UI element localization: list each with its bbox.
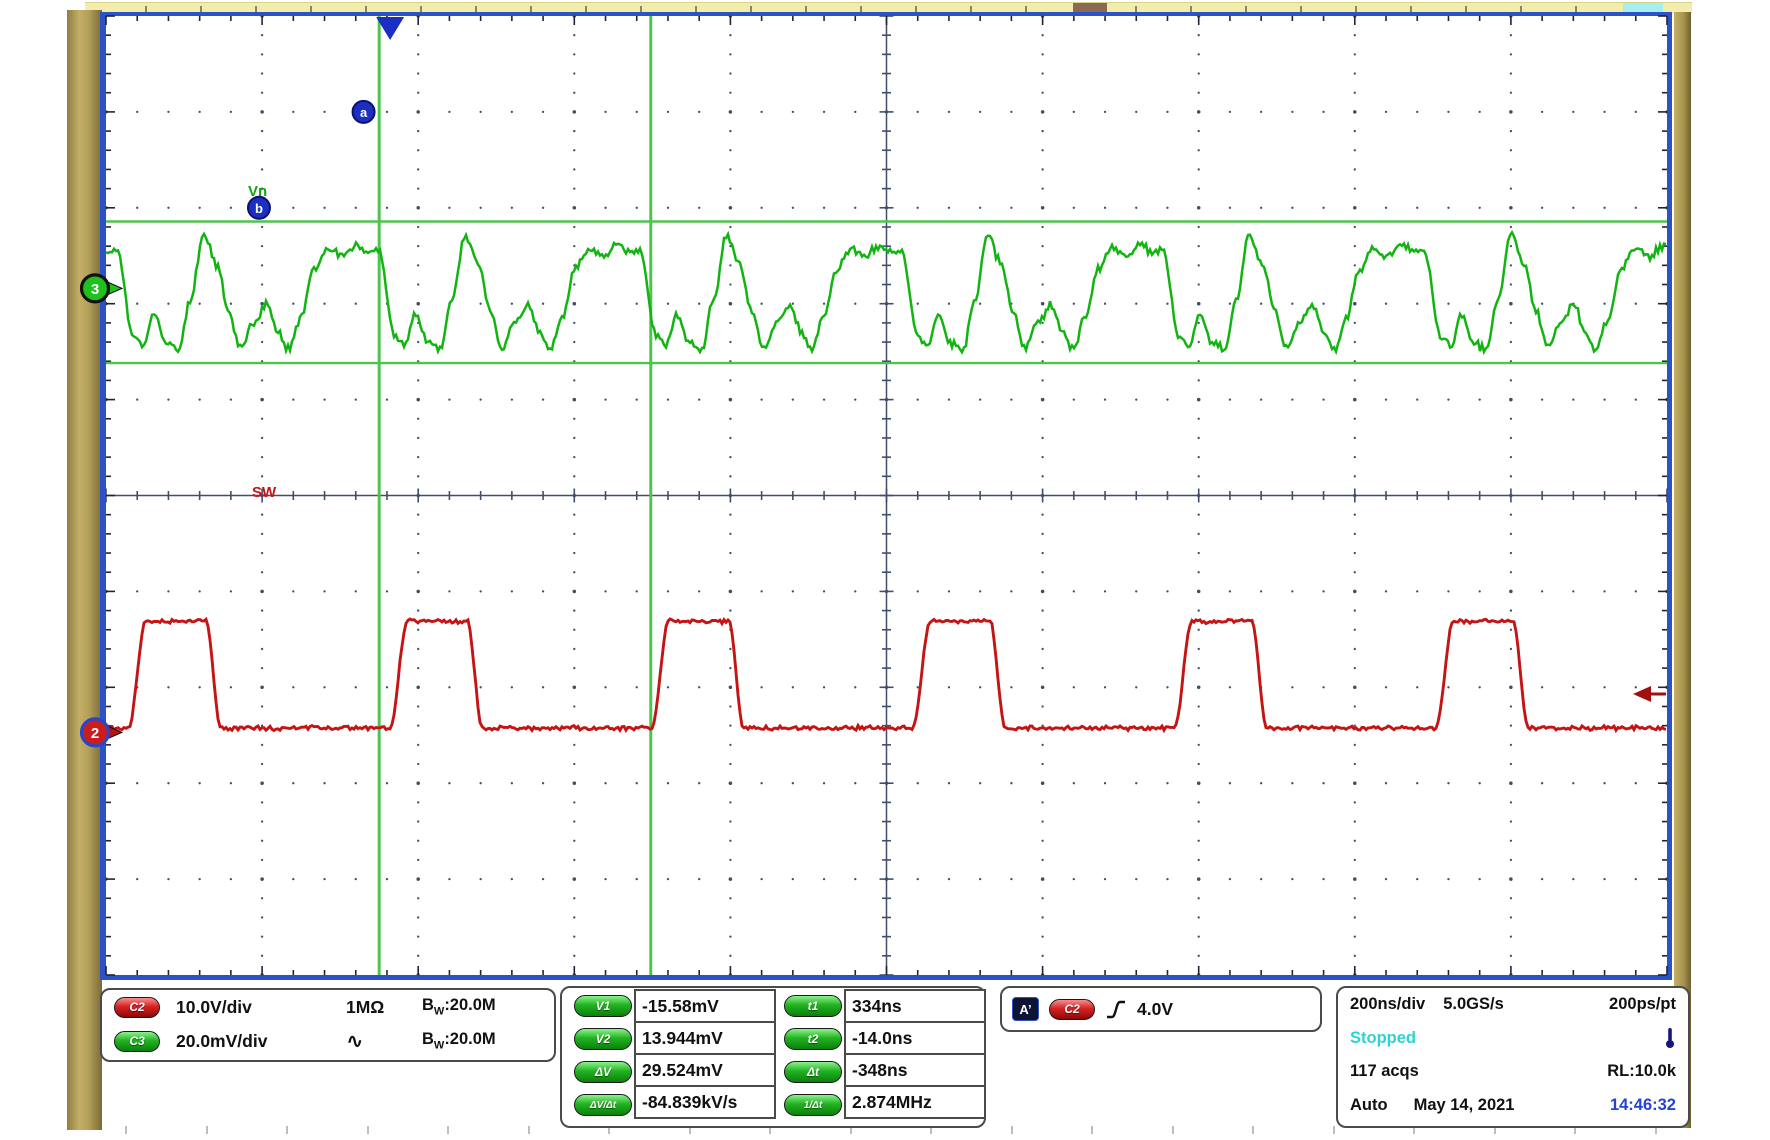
t1-badge[interactable]: t1 bbox=[784, 995, 842, 1017]
thermometer-icon bbox=[1664, 1027, 1676, 1049]
bottom-tick bbox=[1011, 1126, 1013, 1134]
cursor-marker-a-label: a bbox=[360, 105, 368, 120]
channel-c2-impedance: 1MΩ bbox=[346, 997, 422, 1018]
v2-value: 13.944mV bbox=[634, 1021, 776, 1055]
v1-value: -15.58mV bbox=[634, 989, 776, 1023]
channel-c2-bandwidth: BW:20.0M bbox=[422, 996, 496, 1017]
bottom-tick bbox=[447, 1126, 449, 1134]
v2-badge[interactable]: V2 bbox=[574, 1028, 632, 1050]
trigger-a-badge[interactable]: A’ bbox=[1012, 997, 1039, 1021]
bottom-tick bbox=[125, 1126, 127, 1134]
acquisition-status-box: 200ns/div 5.0GS/s 200ps/pt Stopped 117 a… bbox=[1336, 986, 1690, 1128]
bottom-tick bbox=[1091, 1126, 1093, 1134]
channel-row-c2[interactable]: C2 10.0V/div 1MΩ BW:20.0M bbox=[102, 990, 554, 1024]
ac-coupling-icon: ∿ bbox=[346, 1029, 422, 1054]
clock: 14:46:32 bbox=[1610, 1096, 1676, 1115]
resolution: 200ps/pt bbox=[1609, 995, 1676, 1014]
channel-2-marker-label: 2 bbox=[91, 725, 99, 742]
t2-value: -14.0ns bbox=[844, 1021, 986, 1055]
datetime-row: Auto May 14, 2021 14:46:32 bbox=[1338, 1089, 1688, 1123]
bottom-tick bbox=[1172, 1126, 1174, 1134]
dv-dt-value: -84.839kV/s bbox=[634, 1085, 776, 1119]
trigger-level: 4.0V bbox=[1137, 999, 1173, 1020]
t1-value: 334ns bbox=[844, 989, 986, 1023]
bottom-tick bbox=[1333, 1126, 1335, 1134]
date: May 14, 2021 bbox=[1414, 1096, 1515, 1115]
v1-badge[interactable]: V1 bbox=[574, 995, 632, 1017]
trace-label-sw: SW bbox=[252, 484, 277, 501]
timebase: 200ns/div bbox=[1350, 995, 1425, 1014]
inv-dt-badge[interactable]: 1/Δt bbox=[784, 1094, 842, 1116]
record-length: RL:10.0k bbox=[1607, 1062, 1676, 1081]
channel-c2-badge[interactable]: C2 bbox=[114, 997, 160, 1018]
bottom-tick bbox=[286, 1126, 288, 1134]
graticule bbox=[104, 14, 1668, 976]
trigger-readout-box[interactable]: A’ C2 4.0V bbox=[1000, 986, 1322, 1032]
bottom-tick bbox=[367, 1126, 369, 1134]
channel-c2-scale: 10.0V/div bbox=[176, 997, 346, 1018]
waveform-svg: VnSWab32 bbox=[60, 0, 1692, 992]
state-row: Stopped bbox=[1338, 1022, 1688, 1056]
dv-badge[interactable]: ΔV bbox=[574, 1061, 632, 1083]
timebase-row: 200ns/div 5.0GS/s 200ps/pt bbox=[1338, 988, 1688, 1022]
cursor-measurement-box: V1 V2 ΔV ΔV/Δt -15.58mV 13.944mV 29.524m… bbox=[560, 986, 986, 1128]
inv-dt-value: 2.874MHz bbox=[844, 1085, 986, 1119]
acq-state: Stopped bbox=[1350, 1029, 1416, 1048]
dv-dt-badge[interactable]: ΔV/Δt bbox=[574, 1094, 632, 1116]
channel-c3-scale: 20.0mV/div bbox=[176, 1031, 346, 1052]
channel-row-c3[interactable]: C3 20.0mV/div ∿ BW:20.0M bbox=[102, 1024, 554, 1058]
cursor-marker-b-label: b bbox=[255, 201, 263, 216]
sample-rate: 5.0GS/s bbox=[1443, 995, 1504, 1014]
channel-3-marker-label: 3 bbox=[91, 281, 99, 298]
bottom-tick bbox=[206, 1126, 208, 1134]
oscilloscope-screen: VnSWab32 C2 10.0V/div 1MΩ BW:20.0M C3 20… bbox=[0, 0, 1770, 1140]
acq-mode: Auto bbox=[1350, 1096, 1388, 1115]
dt-badge[interactable]: Δt bbox=[784, 1061, 842, 1083]
acqs-row: 117 acqs RL:10.0k bbox=[1338, 1055, 1688, 1089]
dv-value: 29.524mV bbox=[634, 1053, 776, 1087]
channel-c3-bandwidth: BW:20.0M bbox=[422, 1030, 496, 1051]
bottom-tick bbox=[1252, 1126, 1254, 1134]
rising-edge-icon bbox=[1105, 997, 1127, 1021]
channel-c3-badge[interactable]: C3 bbox=[114, 1031, 160, 1052]
trigger-source-badge[interactable]: C2 bbox=[1049, 999, 1095, 1020]
bottom-tick bbox=[528, 1126, 530, 1134]
dt-value: -348ns bbox=[844, 1053, 986, 1087]
acq-count: 117 acqs bbox=[1350, 1062, 1419, 1081]
t2-badge[interactable]: t2 bbox=[784, 1028, 842, 1050]
channel-settings-box: C2 10.0V/div 1MΩ BW:20.0M C3 20.0mV/div … bbox=[100, 988, 556, 1062]
